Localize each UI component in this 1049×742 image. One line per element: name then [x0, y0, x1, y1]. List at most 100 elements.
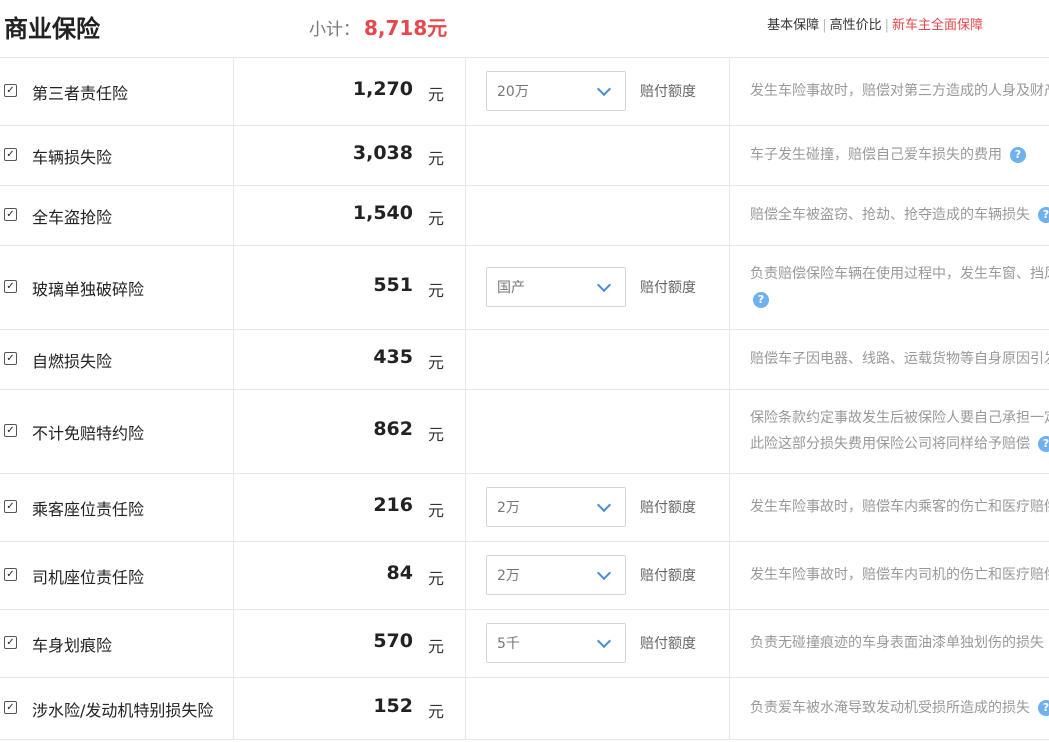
description-line: 保险条款约定事故发生后被保险人要自己承担一定: [750, 405, 1049, 431]
column-divider: [233, 541, 234, 609]
coverage-select[interactable]: 国产: [486, 267, 626, 307]
include-checkbox[interactable]: ✓: [4, 500, 17, 513]
column-divider: [729, 473, 730, 541]
include-checkbox[interactable]: ✓: [4, 84, 17, 97]
coverage-select-value: 国产: [497, 280, 525, 296]
include-checkbox[interactable]: ✓: [4, 280, 17, 293]
insurance-row: ✓ 不计免赔特约险 862 元 保险条款约定事故发生后被保险人要自己承担一定 此险这部分损…: [0, 389, 1049, 474]
include-checkbox[interactable]: ✓: [4, 208, 17, 221]
column-divider: [729, 541, 730, 609]
plan-separator: |: [884, 18, 889, 33]
insurance-name: 车辆损失险: [32, 148, 113, 167]
insurance-name: 玻璃单独破碎险: [32, 280, 145, 299]
plan-new-owner-full[interactable]: 新车主全面保障: [892, 18, 983, 33]
insurance-description: 负责赔偿保险车辆在使用过程中，发生车窗、挡风?: [750, 261, 1049, 313]
description-text: 保险条款约定事故发生后被保险人要自己承担一定: [750, 410, 1049, 426]
column-divider: [729, 185, 730, 245]
insurance-description: 发生车险事故时，赔偿车内乘客的伤亡和医疗赔偿: [750, 494, 1049, 520]
description-line: 此险这部分损失费用保险公司将同样给予赔偿?: [750, 431, 1049, 457]
description-line: 负责爱车被水淹导致发动机受损所造成的损失?: [750, 695, 1049, 721]
description-line: 赔偿全车被盗窃、抢劫、抢夺造成的车辆损失?: [750, 202, 1049, 228]
coverage-select[interactable]: 20万: [486, 71, 626, 111]
description-text: 负责爱车被水淹导致发动机受损所造成的损失: [750, 700, 1030, 716]
include-checkbox[interactable]: ✓: [4, 424, 17, 437]
help-icon[interactable]: ?: [1038, 207, 1049, 223]
insurance-description: 负责爱车被水淹导致发动机受损所造成的损失?: [750, 695, 1049, 721]
price-unit: 元: [428, 569, 445, 588]
description-text: 车子发生碰撞，赔偿自己爱车损失的费用: [750, 147, 1002, 163]
insurance-row: ✓ 车身划痕险 570 元 5千 赔付额度 负责无碰撞痕迹的车身表面油漆单独划伤的损失: [0, 609, 1049, 678]
insurance-price: 551: [373, 274, 413, 296]
section-title: 商业保险: [4, 15, 100, 43]
subtotal: 小计： 8,718元: [309, 12, 447, 41]
column-divider: [233, 677, 234, 739]
coverage-select-value: 5千: [497, 636, 520, 652]
description-line: 负责赔偿保险车辆在使用过程中，发生车窗、挡风: [750, 261, 1049, 287]
plan-separator: |: [822, 18, 827, 33]
include-checkbox[interactable]: ✓: [4, 568, 17, 581]
column-divider: [729, 609, 730, 677]
price-unit: 元: [428, 209, 445, 228]
description-line: 发生车险事故时，赔偿对第三方造成的人身及财产: [750, 78, 1049, 104]
price-unit: 元: [428, 353, 445, 372]
price-unit: 元: [428, 149, 445, 168]
insurance-description: 赔偿全车被盗窃、抢劫、抢夺造成的车辆损失?: [750, 202, 1049, 228]
column-divider: [729, 245, 730, 329]
description-text: 负责赔偿保险车辆在使用过程中，发生车窗、挡风: [750, 266, 1049, 282]
insurance-row: ✓ 全车盗抢险 1,540 元 赔偿全车被盗窃、抢劫、抢夺造成的车辆损失?: [0, 185, 1049, 246]
insurance-description: 发生车险事故时，赔偿车内司机的伤亡和医疗赔偿: [750, 562, 1049, 588]
coverage-label: 赔付额度: [640, 636, 696, 652]
insurance-description: 保险条款约定事故发生后被保险人要自己承担一定 此险这部分损失费用保险公司将同样给予…: [750, 405, 1049, 457]
column-divider: [465, 125, 466, 185]
insurance-name: 自燃损失险: [32, 352, 113, 371]
insurance-description: 车子发生碰撞，赔偿自己爱车损失的费用?: [750, 142, 1049, 168]
column-divider: [465, 57, 466, 125]
insurance-row: ✓ 玻璃单独破碎险 551 元 国产 赔付额度 负责赔偿保险车辆在使用过程中，发生车窗、挡风…: [0, 245, 1049, 330]
plan-presets: 基本保障 | 高性价比 | 新车主全面保障: [767, 14, 983, 33]
insurance-price: 862: [373, 418, 413, 440]
include-checkbox[interactable]: ✓: [4, 352, 17, 365]
plan-value[interactable]: 高性价比: [830, 18, 882, 33]
insurance-row: ✓ 乘客座位责任险 216 元 2万 赔付额度 发生车险事故时，赔偿车内乘客的伤亡和医疗赔偿: [0, 473, 1049, 542]
description-text: 发生车险事故时，赔偿对第三方造成的人身及财产: [750, 83, 1049, 99]
description-line: 发生车险事故时，赔偿车内司机的伤亡和医疗赔偿: [750, 562, 1049, 588]
chevron-down-icon: [596, 633, 612, 649]
column-divider: [233, 185, 234, 245]
column-divider: [233, 389, 234, 473]
insurance-name: 车身划痕险: [32, 636, 113, 655]
insurance-description: 赔偿车子因电器、线路、运载货物等自身原因引发: [750, 346, 1049, 372]
help-icon[interactable]: ?: [1010, 147, 1026, 163]
insurance-price: 3,038: [352, 142, 413, 164]
column-divider: [233, 125, 234, 185]
coverage-select[interactable]: 5千: [486, 623, 626, 663]
help-icon[interactable]: ?: [1038, 700, 1049, 716]
plan-basic[interactable]: 基本保障: [767, 18, 819, 33]
price-unit: 元: [428, 501, 445, 520]
include-checkbox[interactable]: ✓: [4, 701, 17, 714]
help-icon[interactable]: ?: [753, 292, 769, 308]
description-text: 此险这部分损失费用保险公司将同样给予赔偿: [750, 436, 1030, 452]
column-divider: [233, 245, 234, 329]
coverage-select-value: 2万: [497, 500, 520, 516]
coverage-select[interactable]: 2万: [486, 487, 626, 527]
include-checkbox[interactable]: ✓: [4, 148, 17, 161]
description-line: 发生车险事故时，赔偿车内乘客的伤亡和医疗赔偿: [750, 494, 1049, 520]
description-text: 负责无碰撞痕迹的车身表面油漆单独划伤的损失: [750, 635, 1044, 651]
price-unit: 元: [428, 637, 445, 656]
insurance-price: 1,540: [352, 202, 413, 224]
coverage-select-value: 2万: [497, 568, 520, 584]
chevron-down-icon: [596, 277, 612, 293]
column-divider: [729, 677, 730, 739]
insurance-price: 435: [373, 346, 413, 368]
insurance-name: 不计免赔特约险: [32, 424, 145, 443]
include-checkbox[interactable]: ✓: [4, 636, 17, 649]
column-divider: [729, 125, 730, 185]
help-icon[interactable]: ?: [1038, 436, 1049, 452]
commercial-insurance-header: 商业保险 小计： 8,718元 基本保障 | 高性价比 | 新车主全面保障: [0, 0, 1049, 58]
coverage-select[interactable]: 2万: [486, 555, 626, 595]
column-divider: [465, 609, 466, 677]
insurance-name: 第三者责任险: [32, 84, 129, 103]
column-divider: [465, 541, 466, 609]
column-divider: [729, 57, 730, 125]
description-text: 赔偿车子因电器、线路、运载货物等自身原因引发: [750, 351, 1049, 367]
